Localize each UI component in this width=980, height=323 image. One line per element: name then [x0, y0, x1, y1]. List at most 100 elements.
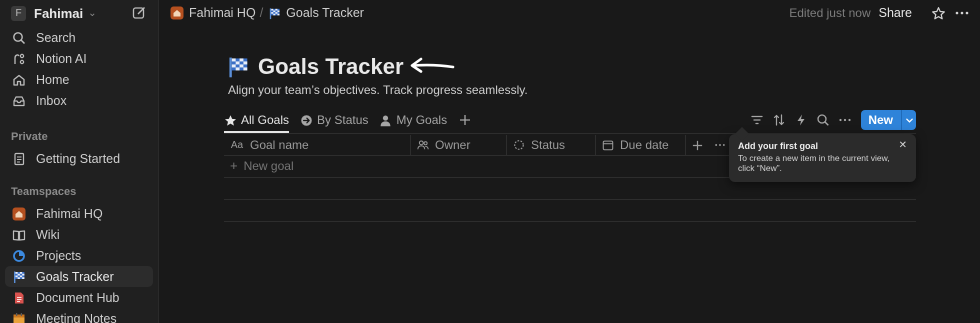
projects-icon: [11, 248, 27, 264]
sidebar-item-home[interactable]: Home: [5, 69, 153, 90]
more-icon: [714, 139, 726, 151]
breadcrumb-page[interactable]: Goals Tracker: [286, 6, 364, 20]
sidebar-item-label: Goals Tracker: [36, 269, 114, 284]
document-icon: [11, 290, 27, 306]
sidebar-item-label: Wiki: [36, 227, 60, 242]
column-label: Goal name: [250, 138, 309, 152]
more-icon[interactable]: [837, 112, 853, 128]
text-type-icon: Aa: [230, 139, 244, 151]
page-subtitle[interactable]: Align your team’s objectives. Track prog…: [228, 83, 528, 97]
arrow-annotation-icon: [408, 56, 456, 79]
workspace-avatar: F: [11, 5, 26, 21]
sidebar-item-document-hub[interactable]: Document Hub: [5, 287, 153, 308]
private-section-label: Private: [11, 131, 48, 143]
workspace-name: Fahimai: [34, 5, 84, 21]
calendar-icon: [11, 311, 27, 323]
breadcrumb-separator: /: [259, 6, 264, 20]
plus-icon: [458, 114, 471, 127]
sidebar-item-label: Meeting Notes: [36, 311, 117, 323]
sidebar-item-fahimai-hq[interactable]: Fahimai HQ: [5, 203, 153, 224]
sidebar-item-label: Home: [36, 72, 70, 87]
status-icon: [513, 139, 525, 151]
flag-icon: [11, 269, 27, 285]
table-row-divider: [224, 199, 916, 200]
flag-icon: [267, 6, 281, 20]
tab-label: All Goals: [241, 113, 290, 127]
breadcrumb: Fahimai HQ / Goals Tracker: [170, 6, 364, 20]
add-view-button[interactable]: [458, 109, 475, 131]
new-button-label[interactable]: New: [861, 110, 901, 130]
view-tabs: All Goals By Status My Goals: [224, 109, 486, 133]
new-goal-label: New goal: [243, 158, 294, 173]
teamspaces-section-label: Teamspaces: [11, 186, 77, 198]
home-icon: [11, 72, 27, 88]
column-owner[interactable]: Owner: [411, 135, 507, 155]
tab-all-goals[interactable]: All Goals: [224, 109, 290, 133]
tab-by-status[interactable]: By Status: [300, 109, 368, 131]
sidebar-item-meeting-notes[interactable]: Meeting Notes: [5, 308, 153, 323]
table-bottom-divider: [224, 221, 916, 222]
people-icon: [417, 139, 429, 151]
page-title[interactable]: Goals Tracker: [258, 54, 404, 80]
page-flag-icon[interactable]: [226, 55, 250, 79]
share-button[interactable]: Share: [879, 6, 912, 20]
column-due-date[interactable]: Due date: [596, 135, 686, 155]
sidebar-item-notion-ai[interactable]: Notion AI: [5, 48, 153, 69]
column-label: Due date: [620, 138, 669, 152]
search-icon[interactable]: [815, 112, 831, 128]
sidebar-item-label: Notion AI: [36, 51, 87, 66]
person-icon: [379, 114, 392, 127]
calendar-icon: [602, 139, 614, 151]
tooltip-title: Add your first goal: [738, 141, 819, 151]
workspace-switcher[interactable]: F Fahimai ⌄: [6, 0, 152, 26]
sidebar: F Fahimai ⌄ Search Notion AI Home Inbox …: [0, 0, 159, 323]
page-header: Goals Tracker: [226, 54, 456, 80]
arrow-circle-icon: [300, 114, 313, 127]
tab-label: My Goals: [396, 113, 448, 127]
new-page-icon[interactable]: [131, 5, 147, 21]
more-properties-button[interactable]: [708, 135, 730, 155]
column-goal-name[interactable]: Aa Goal name: [224, 135, 411, 155]
filter-icon[interactable]: [749, 112, 765, 128]
house-icon: [11, 206, 27, 222]
sidebar-item-label: Projects: [36, 248, 82, 263]
sidebar-item-inbox[interactable]: Inbox: [5, 90, 153, 111]
sidebar-item-label: Getting Started: [36, 151, 121, 166]
star-icon[interactable]: [930, 5, 946, 21]
chevron-down-icon[interactable]: [901, 110, 916, 130]
lightning-icon[interactable]: [793, 112, 809, 128]
more-icon[interactable]: [954, 5, 970, 21]
house-icon: [170, 6, 184, 20]
page-icon: [11, 151, 27, 167]
tab-my-goals[interactable]: My Goals: [379, 109, 447, 131]
view-toolbar: New: [743, 110, 916, 130]
plus-icon: [692, 139, 703, 151]
star-filled-icon: [224, 114, 237, 127]
plus-icon: +: [230, 158, 238, 173]
chevron-down-icon: ⌄: [88, 7, 97, 19]
sidebar-item-label: Fahimai HQ: [36, 206, 103, 221]
notion-ai-icon: [11, 51, 27, 67]
column-label: Owner: [435, 138, 471, 152]
sort-icon[interactable]: [771, 112, 787, 128]
onboarding-tooltip: Add your first goal To create a new item…: [729, 126, 916, 182]
sidebar-item-wiki[interactable]: Wiki: [5, 224, 153, 245]
new-goal-row[interactable]: + New goal: [230, 158, 294, 173]
tab-label: By Status: [317, 113, 369, 127]
new-button[interactable]: New: [861, 110, 916, 130]
sidebar-item-projects[interactable]: Projects: [5, 245, 153, 266]
sidebar-item-search[interactable]: Search: [5, 27, 153, 48]
sidebar-item-goals-tracker[interactable]: Goals Tracker: [5, 266, 153, 287]
sidebar-item-label: Search: [36, 30, 76, 45]
close-icon[interactable]: ✕: [899, 140, 907, 151]
column-status[interactable]: Status: [507, 135, 596, 155]
sidebar-item-label: Inbox: [36, 93, 67, 108]
sidebar-item-getting-started[interactable]: Getting Started: [5, 148, 153, 169]
search-icon: [11, 30, 27, 46]
tooltip-body: To create a new item in the current view…: [738, 153, 890, 173]
book-icon: [11, 227, 27, 243]
topbar: Fahimai HQ / Goals Tracker Edited just n…: [160, 0, 980, 26]
breadcrumb-teamspace[interactable]: Fahimai HQ: [189, 6, 256, 20]
sidebar-item-label: Document Hub: [36, 290, 120, 305]
add-property-button[interactable]: [686, 135, 708, 155]
